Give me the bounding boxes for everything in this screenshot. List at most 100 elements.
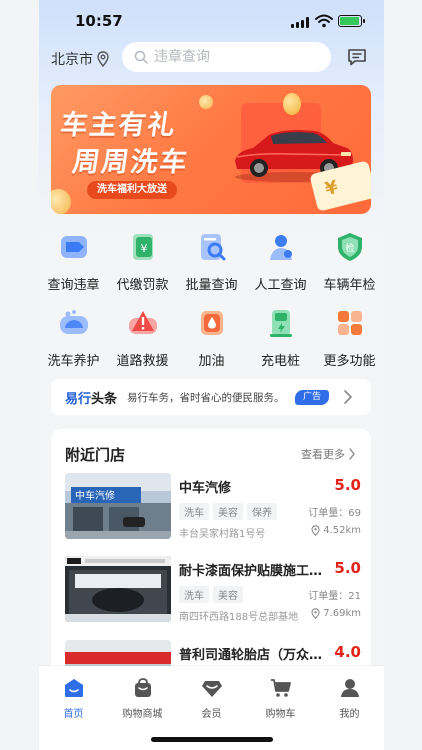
- function-more[interactable]: 更多功能: [315, 306, 384, 369]
- function-label: 代缴罚款: [116, 278, 169, 293]
- view-more-label: 查看更多: [301, 448, 345, 461]
- news-brand-part1: 易行: [65, 391, 92, 407]
- store-distance-value: 7.69km: [323, 608, 361, 619]
- function-label: 加油: [198, 354, 225, 369]
- tab-shopping-mall[interactable]: 购物商城: [108, 678, 177, 720]
- function-label: 查询违章: [47, 278, 100, 293]
- home-indicator: [151, 737, 273, 742]
- balloon-decoration: [283, 93, 301, 115]
- view-more-link[interactable]: 查看更多: [301, 446, 356, 462]
- svg-text:¥: ¥: [140, 242, 147, 255]
- cart-icon: [270, 679, 291, 697]
- road-rescue-icon: [128, 311, 157, 334]
- store-tag: 洗车: [179, 503, 209, 520]
- tab-label: 会员: [201, 709, 222, 720]
- manual-query-icon: [269, 235, 292, 260]
- function-road-rescue[interactable]: 道路救援: [108, 306, 177, 369]
- battery-icon: [338, 15, 365, 27]
- tab-cart[interactable]: 购物车: [246, 678, 315, 720]
- status-time: 10:57: [75, 12, 123, 30]
- pay-fine-icon: ¥: [132, 234, 153, 260]
- store-tag: 保养: [247, 503, 277, 520]
- section-title: 附近门店: [65, 446, 126, 464]
- store-tag: 美容: [213, 503, 243, 520]
- search-input[interactable]: [154, 49, 314, 65]
- coin-decoration: [51, 189, 71, 214]
- function-fuel[interactable]: 加油: [177, 306, 246, 369]
- store-address: 南四环西路188号总部基地: [179, 612, 299, 623]
- store-distance-value: 4.52km: [323, 525, 361, 536]
- function-manual-query[interactable]: 人工查询: [246, 230, 315, 293]
- svg-text:检: 检: [345, 242, 354, 254]
- location-pin-icon: [311, 608, 320, 619]
- store-distance: 4.52km: [311, 525, 361, 536]
- store-photo: 中车汽修: [65, 473, 171, 539]
- store-address: 丰台吴家村路1号号: [179, 529, 266, 540]
- function-annual-inspection[interactable]: 检 车辆年检: [315, 230, 384, 293]
- store-score: 5.0: [334, 476, 361, 494]
- cellular-signal-icon: [291, 17, 309, 28]
- function-label: 更多功能: [323, 354, 376, 369]
- nearby-stores-card: 附近门店 查看更多 中车汽修 中车汽修 5.0 洗车 美容 保养 订单量：69 …: [51, 429, 371, 706]
- city-selector[interactable]: 北京市: [51, 49, 109, 69]
- news-brand-part2: 头条: [91, 391, 118, 407]
- store-item[interactable]: 耐卡漆面保护贴膜施工中心 5.0 洗车 美容 订单量：21 南四环西路188号总…: [65, 556, 361, 628]
- status-bar: 10:57: [39, 0, 384, 44]
- ad-badge: 广告: [295, 390, 330, 405]
- function-label: 车辆年检: [323, 278, 376, 293]
- coin-decoration: [199, 95, 213, 109]
- store-tag: 美容: [213, 586, 243, 603]
- function-label: 人工查询: [254, 278, 307, 293]
- function-pay-fine[interactable]: ¥ 代缴罚款: [108, 230, 177, 293]
- function-label: 洗车养护: [47, 354, 100, 369]
- store-name: 耐卡漆面保护贴膜施工中心: [179, 564, 329, 579]
- store-score: 5.0: [334, 559, 361, 577]
- search-icon: [134, 50, 148, 64]
- app-screen: 10:57 北京市 违章查询 ¥ 车主有礼 周周洗车 洗车福利大放送 查询违章 …: [39, 0, 384, 750]
- tab-label: 首页: [63, 709, 84, 720]
- function-violation-query[interactable]: 查询违章: [39, 230, 108, 293]
- banner-tag: 洗车福利大放送: [87, 181, 177, 199]
- membership-icon: [201, 681, 222, 697]
- tab-label: 购物商城: [122, 709, 163, 720]
- promo-banner[interactable]: ¥ 车主有礼 周周洗车 洗车福利大放送: [51, 85, 371, 214]
- store-tag: 洗车: [179, 586, 209, 603]
- tab-label: 购物车: [265, 709, 296, 720]
- store-photo: [65, 556, 171, 622]
- tab-profile[interactable]: 我的: [315, 678, 384, 720]
- tab-home[interactable]: 首页: [39, 678, 108, 720]
- profile-icon: [340, 679, 359, 697]
- store-item[interactable]: 中车汽修 中车汽修 5.0 洗车 美容 保养 订单量：69 丰台吴家村路1号号 …: [65, 473, 361, 545]
- search-bar[interactable]: [122, 42, 331, 72]
- function-batch-query[interactable]: 批量查询: [177, 230, 246, 293]
- function-label: 批量查询: [185, 278, 238, 293]
- message-icon[interactable]: [347, 47, 367, 67]
- store-name: 普利司通轮胎店（万众瑞驰）: [179, 648, 329, 663]
- violation-query-icon: [60, 236, 87, 258]
- chevron-right-icon[interactable]: [343, 390, 353, 404]
- store-tags: 洗车 美容 保养: [179, 503, 277, 520]
- news-text: 易行车务，省时省心的便民服务。: [127, 391, 285, 404]
- news-strip[interactable]: 易行 头条 易行车务，省时省心的便民服务。 广告: [51, 379, 371, 415]
- home-icon: [64, 679, 83, 697]
- batch-query-icon: [200, 234, 225, 261]
- coupon-symbol: ¥: [322, 176, 341, 201]
- function-charging-pile[interactable]: 充电桩: [246, 306, 315, 369]
- store-orders: 订单量：21: [308, 591, 361, 602]
- car-wash-icon: [59, 310, 88, 334]
- charging-pile-icon: [269, 310, 292, 337]
- shopping-mall-icon: [134, 678, 151, 697]
- function-car-wash[interactable]: 洗车养护: [39, 306, 108, 369]
- more-functions-icon: [337, 311, 362, 335]
- location-pin-icon: [311, 525, 320, 536]
- tab-membership[interactable]: 会员: [177, 678, 246, 720]
- store-orders: 订单量：69: [308, 508, 361, 519]
- store-tags: 洗车 美容: [179, 586, 243, 603]
- banner-headline-1: 车主有礼: [58, 110, 179, 141]
- store-sign-text: 中车汽修: [75, 489, 115, 502]
- wifi-icon: [315, 14, 333, 28]
- city-name: 北京市: [51, 52, 93, 68]
- function-label: 道路救援: [116, 354, 169, 369]
- fuel-icon: [200, 311, 223, 335]
- chevron-right-icon: [349, 448, 355, 460]
